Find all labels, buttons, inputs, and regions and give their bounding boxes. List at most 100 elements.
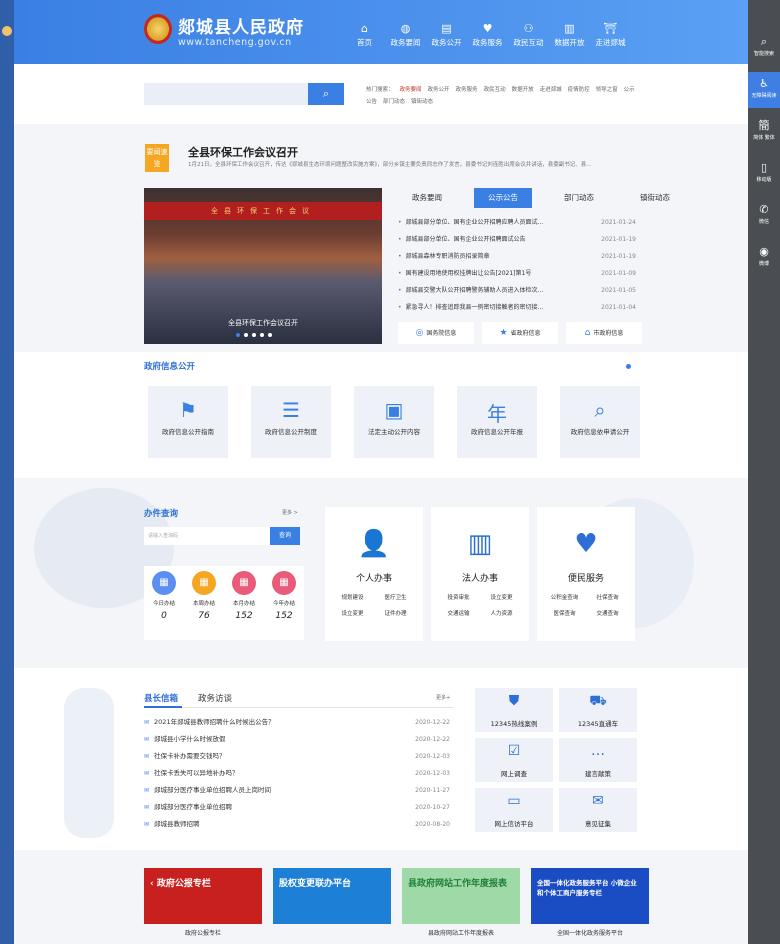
search-input[interactable] bbox=[144, 83, 308, 105]
service-link[interactable]: 社保查询 bbox=[586, 593, 629, 601]
mail-title[interactable]: 郯城部分医疗事业单位招聘人员上岗时间 bbox=[144, 782, 271, 799]
service-link[interactable]: 规划建设 bbox=[331, 593, 374, 601]
news-tab[interactable]: 镇街动态 bbox=[626, 188, 684, 208]
sidebar-item-2[interactable]: 簡简体 繁体 bbox=[748, 114, 780, 150]
sidebar-item-3[interactable]: ▯ 移动版 bbox=[748, 156, 780, 192]
news-row[interactable]: 国有建设用地使用权挂牌出让公告[2021]第1号 2021-01-09 bbox=[398, 265, 636, 282]
mail-row[interactable]: 郯城县教师招聘 2020-08-20 bbox=[144, 816, 450, 833]
sidebar-item-5[interactable]: ◉ 微博 bbox=[748, 240, 780, 276]
hot-term[interactable]: 数据开放 bbox=[512, 87, 534, 93]
service-link[interactable]: 设立变更 bbox=[331, 609, 374, 617]
interaction-tile[interactable]: ▭ 网上信访平台 bbox=[475, 788, 553, 832]
nav-item-6[interactable]: ⛩ 走进郯城 bbox=[590, 22, 631, 48]
query-button[interactable]: 查询 bbox=[270, 527, 300, 545]
mail-row[interactable]: 郯城部分医疗事业单位招聘人员上岗时间 2020-11-27 bbox=[144, 782, 450, 799]
shortcut-button[interactable]: ◎ 国务院信息 bbox=[398, 322, 474, 344]
service-card[interactable]: ♥ 便民服务 公积金查询 社保查询 医保查询 交通查询 bbox=[537, 507, 635, 641]
info-card[interactable]: ▣ 法定主动公开内容 bbox=[354, 386, 434, 458]
sidebar-item-0[interactable]: ⌕ 智能搜索 bbox=[748, 30, 780, 66]
news-row[interactable]: 郯城县部分单位、国有企业公开招聘应聘人员面试... 2021-01-24 bbox=[398, 214, 636, 231]
mail-title[interactable]: 社保卡补办需要交钱吗？ bbox=[144, 748, 226, 765]
hot-term[interactable]: 政务服务 bbox=[456, 87, 478, 93]
news-tab[interactable]: 公示公告 bbox=[474, 188, 532, 208]
sidebar-item-4[interactable]: ✆ 微信 bbox=[748, 198, 780, 234]
headline-title[interactable]: 全县环保工作会议召开 bbox=[188, 144, 298, 160]
news-row[interactable]: 郯城县森林专职消防员招录简章 2021-01-19 bbox=[398, 248, 636, 265]
mailbox-tab[interactable]: 县长信箱 bbox=[144, 692, 178, 704]
info-card[interactable]: ⚑ 政府信息公开指南 bbox=[148, 386, 228, 458]
banjian-more-link[interactable]: 更多 > bbox=[282, 509, 298, 516]
news-slideshow[interactable]: 全县环保工作会议 全县环保工作会议召开 bbox=[144, 188, 382, 344]
hot-term[interactable]: 政民互动 bbox=[484, 87, 506, 93]
promo-banner[interactable]: 全国一体化政务服务平台 小微企业和个体工商户服务专栏 bbox=[531, 868, 649, 924]
info-card[interactable]: ☰ 政府信息公开制度 bbox=[251, 386, 331, 458]
service-link[interactable]: 证件办理 bbox=[374, 609, 417, 617]
info-card[interactable]: 年政府信息公开年报 bbox=[457, 386, 537, 458]
news-title[interactable]: 郯城县部分单位、国有企业公开招聘应聘人员面试... bbox=[398, 214, 578, 231]
mail-row[interactable]: 郯城县小学什么时候放假 2020-12-22 bbox=[144, 731, 450, 748]
mail-title[interactable]: 郯城县小学什么时候放假 bbox=[144, 731, 226, 748]
promo-banner[interactable]: ‹ 政府公报专栏 bbox=[144, 868, 262, 924]
sidebar-item-1[interactable]: ♿ 无障碍阅读 bbox=[748, 72, 780, 108]
service-link[interactable]: 交通查询 bbox=[586, 609, 629, 617]
service-card[interactable]: 👤 个人办事 规划建设 医疗卫生 设立变更 证件办理 bbox=[325, 507, 423, 641]
news-row[interactable]: 紧急寻人！排查追踪我县一例密切接触者的密切接... 2021-01-04 bbox=[398, 299, 636, 316]
news-title[interactable]: 紧急寻人！排查追踪我县一例密切接触者的密切接... bbox=[398, 299, 578, 316]
nav-item-1[interactable]: ◍ 政务要闻 bbox=[385, 22, 426, 48]
mail-row[interactable]: 郯城部分医疗事业单位招聘 2020-10-27 bbox=[144, 799, 450, 816]
hot-term[interactable]: 走进郯城 bbox=[540, 87, 562, 93]
hot-term[interactable]: 领导之窗 bbox=[596, 87, 618, 93]
promo-banner-caption[interactable]: 全国一体化政务服务平台 bbox=[531, 928, 649, 937]
promo-banner-caption[interactable]: 县政府网站工作年度报表 bbox=[402, 928, 520, 937]
news-tab[interactable]: 部门动态 bbox=[550, 188, 608, 208]
hot-term[interactable]: 疫情防控 bbox=[568, 87, 590, 93]
hot-term[interactable]: 政务要闻 bbox=[400, 87, 422, 93]
nav-item-3[interactable]: ♥ 政务服务 bbox=[467, 22, 508, 48]
news-title[interactable]: 郯城县交警大队公开招聘警务辅助人员进入体检次... bbox=[398, 282, 578, 299]
service-card[interactable]: ▥ 法人办事 投资审批 设立变更 交通运输 人力资源 bbox=[431, 507, 529, 641]
service-link[interactable]: 公积金查询 bbox=[543, 593, 586, 601]
news-tab[interactable]: 政务要闻 bbox=[398, 188, 456, 208]
hot-term[interactable]: 部门动态 bbox=[383, 99, 405, 105]
mailbox-tab[interactable]: 政务访谈 bbox=[198, 692, 232, 704]
slide-dots[interactable] bbox=[236, 333, 272, 337]
shortcut-button[interactable]: ★ 省政府信息 bbox=[482, 322, 558, 344]
query-code-input[interactable]: 请输入查询码 bbox=[144, 527, 270, 545]
mail-title[interactable]: 2021年郯城县教师招聘什么时候出公告？ bbox=[144, 714, 275, 731]
news-row[interactable]: 郯城县部分单位、国有企业公开招聘面试公告 2021-01-19 bbox=[398, 231, 636, 248]
mail-title[interactable]: 社保卡丢失可以异地补办吗？ bbox=[144, 765, 239, 782]
interaction-tile[interactable]: ☑ 网上调查 bbox=[475, 738, 553, 782]
mail-title[interactable]: 郯城部分医疗事业单位招聘 bbox=[144, 799, 232, 816]
mailbox-more-link[interactable]: 更多+ bbox=[436, 694, 450, 701]
hot-term[interactable]: 镇街动态 bbox=[411, 99, 433, 105]
nav-item-0[interactable]: ⌂ 首页 bbox=[344, 22, 385, 48]
search-button[interactable]: ⌕ bbox=[308, 83, 344, 105]
nav-item-4[interactable]: ⚇ 政民互动 bbox=[508, 22, 549, 48]
promo-banner[interactable]: 县政府网站工作年度报表 bbox=[402, 868, 520, 924]
interaction-tile[interactable]: ✉ 意见征集 bbox=[559, 788, 637, 832]
service-link[interactable]: 投资审批 bbox=[437, 593, 480, 601]
service-link[interactable]: 医疗卫生 bbox=[374, 593, 417, 601]
nav-item-5[interactable]: ▥ 数据开放 bbox=[549, 22, 590, 48]
nav-item-2[interactable]: ▤ 政务公开 bbox=[426, 22, 467, 48]
site-name[interactable]: 郯城县人民政府 bbox=[178, 13, 304, 38]
promo-banner-caption[interactable]: 政府公报专栏 bbox=[144, 928, 262, 937]
news-row[interactable]: 郯城县交警大队公开招聘警务辅助人员进入体检次... 2021-01-05 bbox=[398, 282, 636, 299]
service-link[interactable]: 交通运输 bbox=[437, 609, 480, 617]
interaction-tile[interactable]: ⛊ 12345热线案例 bbox=[475, 688, 553, 732]
slide-caption[interactable]: 全县环保工作会议召开 bbox=[144, 318, 382, 328]
service-link[interactable]: 人力资源 bbox=[480, 609, 523, 617]
info-card[interactable]: ⌕ 政府信息依申请公开 bbox=[560, 386, 640, 458]
news-title[interactable]: 国有建设用地使用权挂牌出让公告[2021]第1号 bbox=[398, 265, 578, 282]
service-link[interactable]: 医保查询 bbox=[543, 609, 586, 617]
interaction-tile[interactable]: … 建言献策 bbox=[559, 738, 637, 782]
mail-row[interactable]: 社保卡补办需要交钱吗？ 2020-12-03 bbox=[144, 748, 450, 765]
mail-title[interactable]: 郯城县教师招聘 bbox=[144, 816, 200, 833]
interaction-tile[interactable]: ⛟ 12345直通车 bbox=[559, 688, 637, 732]
service-link[interactable]: 设立变更 bbox=[480, 593, 523, 601]
news-title[interactable]: 郯城县部分单位、国有企业公开招聘面试公告 bbox=[398, 231, 578, 248]
hot-term[interactable]: 政务公开 bbox=[428, 87, 450, 93]
mail-row[interactable]: 2021年郯城县教师招聘什么时候出公告？ 2020-12-22 bbox=[144, 714, 450, 731]
shortcut-button[interactable]: ⌂ 市政府信息 bbox=[566, 322, 642, 344]
news-title[interactable]: 郯城县森林专职消防员招录简章 bbox=[398, 248, 578, 265]
